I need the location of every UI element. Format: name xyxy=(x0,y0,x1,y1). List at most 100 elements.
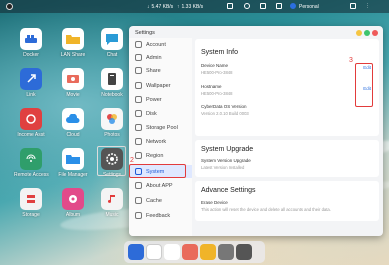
disk-icon xyxy=(135,110,142,117)
desktop-icon-file-manager[interactable]: File Manager xyxy=(56,148,90,178)
power-icon xyxy=(135,96,142,103)
storage-icon xyxy=(20,188,42,210)
os-version-label: CyberData OS Version xyxy=(201,104,247,109)
folder-share-icon xyxy=(62,28,84,50)
desktop-icon-storage[interactable]: Storage xyxy=(14,188,48,218)
avatar[interactable] xyxy=(290,3,296,9)
logo-icon[interactable] xyxy=(6,3,13,10)
link-icon xyxy=(20,68,42,90)
photos-icon xyxy=(101,108,123,130)
sidebar-item-storage-pool[interactable]: Storage Pool xyxy=(129,121,192,134)
desktop-icon-chat[interactable]: Chat xyxy=(95,28,129,58)
upload-speed: ↑ 1.33 KB/s xyxy=(177,4,204,10)
dock-settings-icon[interactable] xyxy=(236,244,252,260)
dock-app-icon-6[interactable] xyxy=(218,244,234,260)
settings-highlight xyxy=(97,146,126,176)
device-name-label: Device Name xyxy=(201,63,229,68)
desktop-icon-notebook[interactable]: Notebook xyxy=(95,68,129,98)
edit-links-highlight xyxy=(355,63,373,107)
music-icon xyxy=(101,188,123,210)
sidebar-item-about-app[interactable]: About APP xyxy=(129,179,192,192)
grid-icon[interactable] xyxy=(350,3,356,9)
dock xyxy=(124,241,265,263)
network-icon xyxy=(135,138,142,145)
annotation-step-2: 2 xyxy=(130,157,134,164)
upload-arrow-icon: ↑ xyxy=(177,4,180,10)
system-info-card: System Info Device Name HE500-Pro-3848 E… xyxy=(195,39,379,136)
task-icon[interactable] xyxy=(227,3,233,9)
user-name[interactable]: Personal xyxy=(299,4,319,10)
desktop-icon-lan-share[interactable]: LAN Share xyxy=(56,28,90,58)
region-icon xyxy=(135,152,142,159)
account-icon xyxy=(135,41,142,48)
folder-icon xyxy=(62,148,84,170)
system-info-heading: System Info xyxy=(201,49,238,56)
advance-settings-heading: Advance Settings xyxy=(201,187,256,194)
maximize-button[interactable] xyxy=(364,30,370,36)
system-item-highlight xyxy=(129,164,186,178)
income-icon xyxy=(20,108,42,130)
wallpaper-icon xyxy=(135,82,142,89)
sidebar-item-account[interactable]: Account xyxy=(129,38,192,51)
notification-icon[interactable] xyxy=(260,3,266,9)
desktop-icon-album[interactable]: Album xyxy=(56,188,90,218)
about-icon xyxy=(135,182,142,189)
share-icon xyxy=(135,67,142,74)
more-icon[interactable]: ⋮ xyxy=(365,3,371,9)
album-icon xyxy=(62,188,84,210)
minimize-button[interactable] xyxy=(356,30,362,36)
erase-device-description: This action will reset the device and de… xyxy=(201,207,331,212)
settings-content: System Info Device Name HE500-Pro-3848 E… xyxy=(195,38,379,234)
cloud-icon xyxy=(62,108,84,130)
storage-pool-icon xyxy=(135,124,142,131)
feedback-icon xyxy=(135,212,142,219)
system-upgrade-heading: System Upgrade xyxy=(201,146,254,153)
desktop-icon-music[interactable]: Music xyxy=(95,188,129,218)
desktop-icon-movie[interactable]: Movie xyxy=(56,68,90,98)
desktop-icon-docker[interactable]: Docker xyxy=(14,28,48,58)
search-icon[interactable] xyxy=(244,3,250,9)
dock-movie-icon[interactable] xyxy=(182,244,198,260)
message-icon[interactable] xyxy=(276,3,282,9)
settings-window: Settings Account Admin Share Wallpaper P… xyxy=(129,26,383,236)
system-upgrade-card: System Upgrade System Version Upgrade La… xyxy=(195,140,379,177)
dock-music-icon[interactable] xyxy=(164,244,180,260)
dock-app-icon-5[interactable] xyxy=(200,244,216,260)
window-title: Settings xyxy=(135,30,155,36)
hostname-label: Hostname xyxy=(201,84,222,89)
sidebar-item-cache[interactable]: Cache xyxy=(129,194,192,207)
admin-icon xyxy=(135,54,142,61)
device-name-value: HE500-Pro-3848 xyxy=(201,70,233,75)
desktop-icon-cloud[interactable]: Cloud xyxy=(56,108,90,138)
desktop-icon-remote-access[interactable]: Remote Access xyxy=(14,148,49,178)
download-arrow-icon: ↓ xyxy=(147,4,150,10)
sidebar-item-disk[interactable]: Disk xyxy=(129,107,192,120)
sidebar-item-power[interactable]: Power xyxy=(129,93,192,106)
sidebar-item-admin[interactable]: Admin xyxy=(129,51,192,64)
close-button[interactable] xyxy=(372,30,378,36)
notebook-icon xyxy=(101,68,123,90)
hostname-value: HE500-Pro-3848 xyxy=(201,91,233,96)
erase-device-label[interactable]: Erase Device xyxy=(201,200,228,205)
desktop-icon-link[interactable]: Link xyxy=(14,68,48,98)
sidebar-item-wallpaper[interactable]: Wallpaper xyxy=(129,79,192,92)
sidebar-item-region[interactable]: Region xyxy=(129,149,192,162)
settings-sidebar: Account Admin Share Wallpaper Power Disk… xyxy=(129,38,192,236)
movie-icon xyxy=(62,68,84,90)
sidebar-item-feedback[interactable]: Feedback xyxy=(129,209,192,222)
os-version-value: Version 2.0.10 Build 0003 xyxy=(201,111,249,116)
annotation-step-3: 3 xyxy=(349,57,353,64)
desktop-icon-photos[interactable]: Photos xyxy=(95,108,129,138)
download-speed: ↓ 5.47 KB/s xyxy=(147,4,174,10)
system-version-upgrade-label[interactable]: System Version Upgrade xyxy=(201,158,251,163)
desktop-icon-income[interactable]: Income Asst xyxy=(14,108,48,138)
dock-app-icon-1[interactable] xyxy=(128,244,144,260)
chat-icon xyxy=(101,28,123,50)
sidebar-item-network[interactable]: Network xyxy=(129,135,192,148)
dock-app-icon-2[interactable] xyxy=(146,244,162,260)
remote-icon xyxy=(20,148,42,170)
sidebar-item-share[interactable]: Share xyxy=(129,64,192,77)
advance-settings-card: Advance Settings Erase Device This actio… xyxy=(195,181,379,221)
system-version-upgrade-value: Latest Version Installed xyxy=(201,165,245,170)
docker-icon xyxy=(20,28,42,50)
